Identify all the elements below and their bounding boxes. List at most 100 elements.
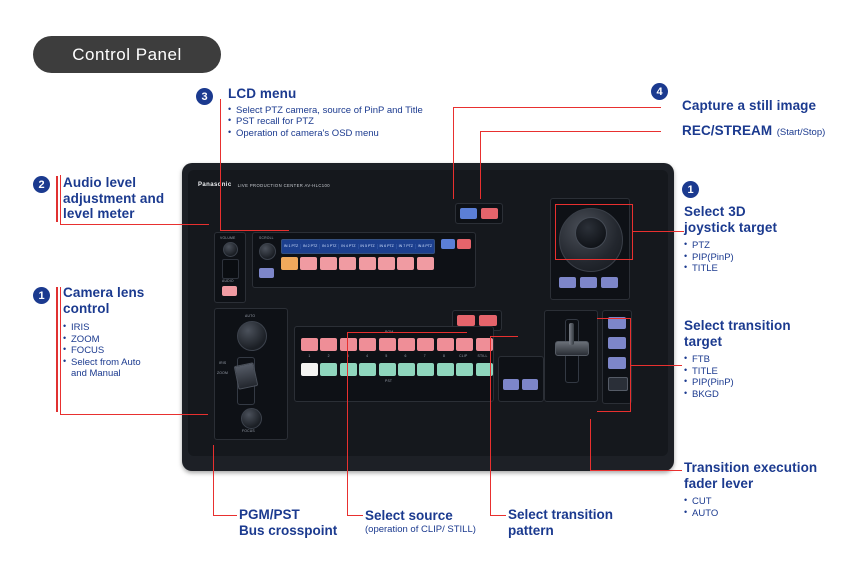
- joystick-target-pip-button[interactable]: [580, 277, 597, 288]
- source-select-block: [498, 356, 544, 402]
- callout-audio-bar: [56, 176, 58, 222]
- callout-joystick-item-3: TITLE: [684, 262, 854, 275]
- capture-still-button[interactable]: [460, 208, 477, 219]
- callout-lens-title: Camera lens control: [63, 285, 145, 316]
- lcd-aux-button-1[interactable]: [441, 239, 455, 249]
- callout-lens-list: IRIS ZOOM FOCUS Select from Auto: [63, 321, 213, 368]
- xpt-num-1: 1: [308, 354, 311, 358]
- lcd-aux-button-2[interactable]: [457, 239, 471, 249]
- focus-knob[interactable]: [241, 408, 262, 429]
- badge-3: 3: [196, 88, 213, 105]
- pgm-key-1[interactable]: [301, 338, 318, 351]
- lcd-display[interactable]: IN 1 PTZ IN 2 PTZ IN 3 PTZ IN 4 PTZ IN 5…: [281, 239, 435, 254]
- source-button-2[interactable]: [522, 379, 538, 390]
- lcd-seg-4: IN 4 PTZ: [339, 244, 359, 249]
- control-panel-device: Panasonic LIVE PRODUCTION CENTER AV-HLC1…: [182, 163, 674, 471]
- callout-joystick-item-1: PTZ: [684, 239, 854, 252]
- pst-key-1[interactable]: [301, 363, 318, 376]
- callout-recstream: REC/STREAM (Start/Stop): [682, 122, 857, 140]
- xpt-num-2: 2: [327, 354, 330, 358]
- joystick-handle[interactable]: [575, 217, 607, 249]
- lcd-seg-5: IN 5 PTZ: [359, 244, 378, 249]
- callout-lcd-item-1: Select PTZ camera, source of PinP and Ti…: [228, 104, 458, 117]
- source-button-1[interactable]: [503, 379, 519, 390]
- callout-fader-item-1: CUT: [684, 495, 860, 508]
- ptz-key-7[interactable]: [397, 257, 415, 270]
- callout-pattern-line1: Select transition: [508, 507, 614, 522]
- target-pip-button[interactable]: [608, 357, 626, 369]
- callout-transition-target-list: FTB TITLE PIP(PinP) BKGD: [684, 353, 854, 400]
- ptz-key-8[interactable]: [416, 257, 434, 270]
- pgm-key-clip[interactable]: [456, 338, 474, 351]
- ptz-key-1[interactable]: [281, 257, 298, 270]
- xpt-num-4: 4: [366, 354, 369, 358]
- target-bkgd-button[interactable]: [608, 377, 628, 391]
- scroll-knob[interactable]: [259, 243, 276, 260]
- leader-capture-horiz: [453, 107, 661, 109]
- pattern-button-1[interactable]: [457, 315, 475, 326]
- pst-key-6[interactable]: [397, 363, 415, 376]
- callout-tt-item-3: PIP(PinP): [684, 376, 854, 389]
- xpt-num-6: 6: [404, 354, 407, 358]
- ptz-key-4[interactable]: [339, 257, 357, 270]
- pst-key-clip[interactable]: [456, 363, 474, 376]
- callout-bus-line2: Bus crosspoint: [239, 523, 338, 538]
- target-title-button[interactable]: [608, 337, 626, 349]
- pgm-key-8[interactable]: [436, 338, 454, 351]
- pgm-key-5[interactable]: [378, 338, 396, 351]
- callout-fader-list: CUT AUTO: [684, 495, 860, 519]
- leader-target-vert: [630, 318, 632, 412]
- ptz-key-2[interactable]: [300, 257, 318, 270]
- leader-lcd-horiz: [220, 230, 289, 232]
- joystick-target-title-button[interactable]: [601, 277, 618, 288]
- pst-key-8[interactable]: [436, 363, 454, 376]
- page-title: Control Panel: [72, 44, 182, 64]
- xpt-num-5: 5: [385, 354, 388, 358]
- leader-joystick-top: [555, 204, 633, 206]
- leader-joystick-horiz: [632, 231, 684, 233]
- callout-joystick-title: Select 3D joystick target: [684, 204, 778, 235]
- leader-target-horiz: [630, 365, 682, 367]
- callout-lens-bar: [56, 287, 58, 412]
- lcd-menu-block: SCROLL IN 1 PTZ IN 2 PTZ IN 3 PTZ IN 4 P…: [252, 232, 476, 288]
- rec-stream-button[interactable]: [481, 208, 498, 219]
- leader-lcd-vert: [220, 99, 222, 231]
- pgm-key-6[interactable]: [397, 338, 415, 351]
- callout-tt-item-1: FTB: [684, 353, 854, 366]
- iris-label: IRIS: [219, 361, 227, 365]
- pst-key-2[interactable]: [320, 363, 338, 376]
- lcd-seg-6: IN 6 PTZ: [378, 244, 397, 249]
- pattern-button-2[interactable]: [479, 315, 497, 326]
- callout-pattern-line2: pattern: [508, 523, 554, 538]
- ptz-select-row: [281, 257, 434, 270]
- xpt-num-8: 8: [443, 354, 446, 358]
- fader-stick: [569, 323, 574, 345]
- scroll-label: SCROLL: [259, 236, 274, 240]
- ptz-menu-button[interactable]: [259, 268, 274, 278]
- pst-key-4[interactable]: [359, 363, 377, 376]
- pgm-key-2[interactable]: [320, 338, 338, 351]
- diagram-root: Control Panel Panasonic LIVE PRODUCTION …: [0, 0, 860, 586]
- callout-fader-title: Transition execution fader lever: [684, 460, 818, 491]
- callout-joystick-item-2: PIP(PinP): [684, 251, 854, 264]
- leader-bus-horiz: [213, 515, 237, 517]
- audio-button[interactable]: [222, 286, 237, 296]
- pst-key-5[interactable]: [378, 363, 396, 376]
- volume-knob[interactable]: [223, 242, 238, 257]
- lcd-seg-3: IN 3 PTZ: [320, 244, 340, 249]
- xpt-number-labels: 1 2 3 4 5 6 7 8 CLIP STILL: [301, 354, 491, 361]
- callout-lens-item-2: ZOOM: [63, 333, 213, 346]
- ptz-key-6[interactable]: [377, 257, 395, 270]
- ptz-key-3[interactable]: [319, 257, 337, 270]
- ptz-key-5[interactable]: [358, 257, 376, 270]
- iris-knob[interactable]: [237, 321, 267, 351]
- callout-transition-target-title: Select transition target: [684, 318, 791, 349]
- pgm-key-7[interactable]: [417, 338, 435, 351]
- pgm-key-4[interactable]: [359, 338, 377, 351]
- badge-1-lens: 1: [33, 287, 50, 304]
- joystick-target-ptz-button[interactable]: [559, 277, 576, 288]
- pst-key-7[interactable]: [417, 363, 435, 376]
- callout-source: Select source (operation of CLIP/ STILL): [365, 508, 505, 535]
- callout-lcd-menu: LCD menu Select PTZ camera, source of Pi…: [228, 86, 458, 139]
- level-meter: [222, 259, 239, 279]
